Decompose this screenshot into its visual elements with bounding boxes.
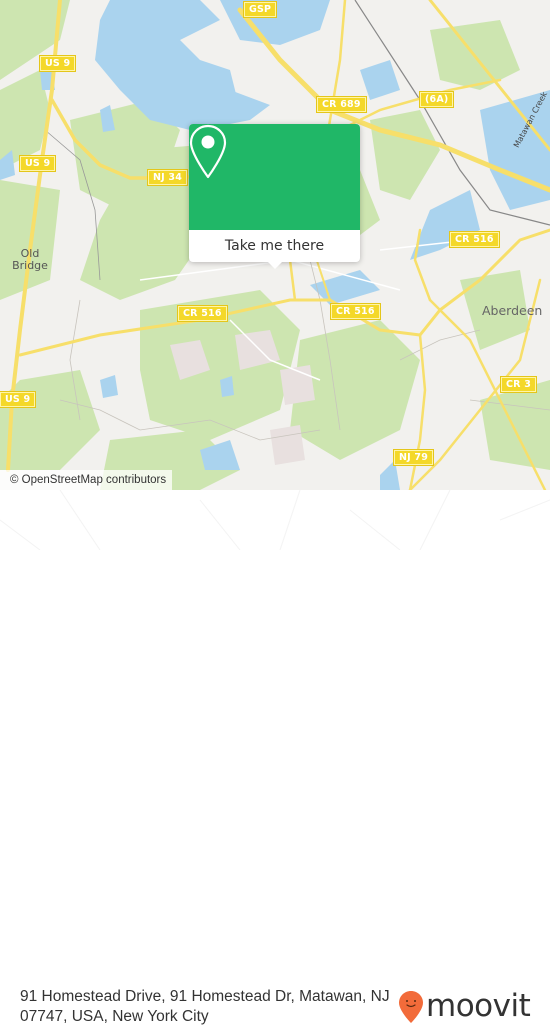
address-line-1: 91 Homestead Drive, 91 Homestead Dr, Mat… [20,988,390,1005]
footer: 91 Homestead Drive, 91 Homestead Dr, Mat… [0,490,550,1025]
road-shield-cr516: CR 516 [331,304,380,319]
place-label-aberdeen: Aberdeen [482,303,543,318]
address-text: 91 Homestead Drive, 91 Homestead Dr, Mat… [20,987,400,1027]
map-pin-icon [189,124,227,179]
road-shield-us9: US 9 [40,56,76,71]
map-attribution[interactable]: © OpenStreetMap contributors [0,470,173,490]
road-shield-nj34: NJ 34 [148,170,188,185]
road-shield-cr516: CR 516 [450,232,499,247]
popup-header [189,124,360,230]
road-shield-nj79: NJ 79 [394,450,434,465]
map-view[interactable]: GSP US 9 US 9 US 9 NJ 34 CR 689 (6A) CR … [0,0,550,490]
footer-background-pattern [0,490,550,550]
location-popup: Take me there [189,124,360,269]
popup-pointer [268,262,282,269]
road-shield-us9: US 9 [0,392,36,407]
road-shield-gsp: GSP [244,2,277,17]
road-shield-6a: (6A) [420,92,454,107]
take-me-there-button[interactable]: Take me there [189,230,360,262]
road-shield-cr3: CR 3 [501,377,537,392]
moovit-logo[interactable]: moovit [398,988,548,1030]
road-shield-cr689: CR 689 [317,97,366,112]
moovit-wordmark: moovit [426,988,531,1024]
moovit-pin-icon [399,991,423,1023]
address-line-2: 07747, USA, New York City [20,1008,209,1025]
road-shield-us9: US 9 [20,156,56,171]
road-shield-cr516: CR 516 [178,306,227,321]
place-label-old-bridge: Old Bridge [12,247,48,272]
